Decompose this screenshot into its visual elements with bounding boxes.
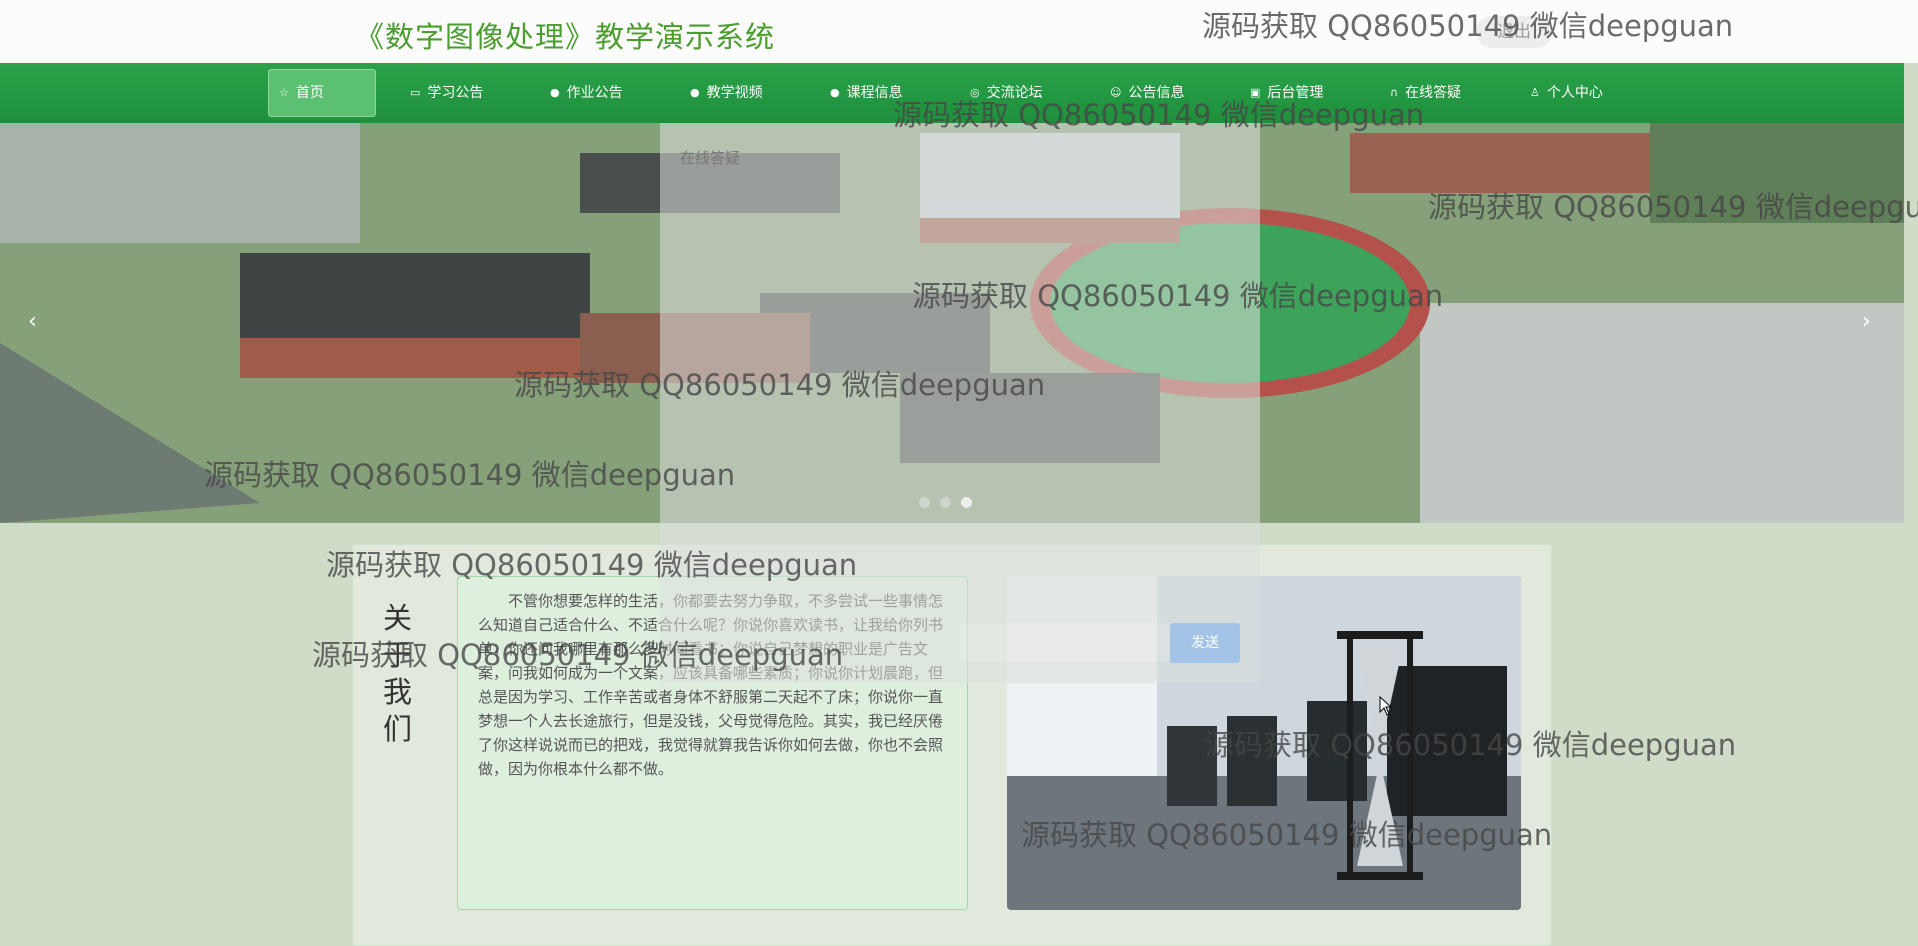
nav-item-study-notice[interactable]: ▭ 学习公告	[400, 69, 493, 117]
site-title: 《数字图像处理》教学演示系统	[355, 20, 776, 54]
nav-item-profile[interactable]: ♙ 个人中心	[1520, 69, 1613, 117]
question-icon: ●	[690, 86, 700, 99]
nav-item-homework-notice[interactable]: ● 作业公告	[540, 69, 633, 117]
watermark-text: 源码获取 QQ86050149 微信deepguan	[1428, 190, 1918, 224]
nav-item-teaching-video[interactable]: ● 教学视频	[680, 69, 773, 117]
nav-item-label: 学习公告	[427, 85, 484, 101]
watermark-text: 源码获取 QQ86050149 微信deepguan	[204, 458, 736, 492]
bag-icon: ▭	[410, 86, 421, 99]
mouse-cursor-icon	[1379, 696, 1393, 716]
watermark-text: 源码获取 QQ86050149 微信deepguan	[1205, 728, 1737, 762]
carousel-prev-arrow[interactable]: ‹	[28, 309, 37, 334]
watermark-text: 源码获取 QQ86050149 微信deepguan	[893, 98, 1425, 132]
nav-item-label: 作业公告	[566, 85, 623, 101]
chat-panel-title: 在线答疑	[680, 149, 741, 167]
chat-send-button[interactable]: 发送	[1170, 623, 1240, 663]
nav-item-home[interactable]: ☆ 首页	[268, 69, 376, 117]
info-icon: ●	[830, 86, 840, 99]
nav-item-label: 教学视频	[706, 85, 763, 101]
star-icon: ☆	[279, 86, 289, 99]
user-icon: ♙	[1530, 86, 1540, 99]
watermark-text: 源码获取 QQ86050149 微信deepguan	[312, 638, 844, 672]
nav-item-label: 个人中心	[1546, 85, 1603, 101]
carousel-next-arrow[interactable]: ›	[1862, 309, 1871, 334]
watermark-text: 源码获取 QQ86050149 微信deepguan	[912, 279, 1444, 313]
info-icon: ●	[550, 86, 560, 99]
watermark-text: 源码获取 QQ86050149 微信deepguan	[326, 548, 858, 582]
about-heading: 关于我们	[383, 601, 413, 746]
nav-item-label: 首页	[295, 85, 324, 101]
watermark-text: 源码获取 QQ86050149 微信deepguan	[1021, 818, 1553, 852]
watermark-text: 源码获取 QQ86050149 微信deepguan	[1202, 9, 1734, 43]
watermark-text: 源码获取 QQ86050149 微信deepguan	[514, 368, 1046, 402]
